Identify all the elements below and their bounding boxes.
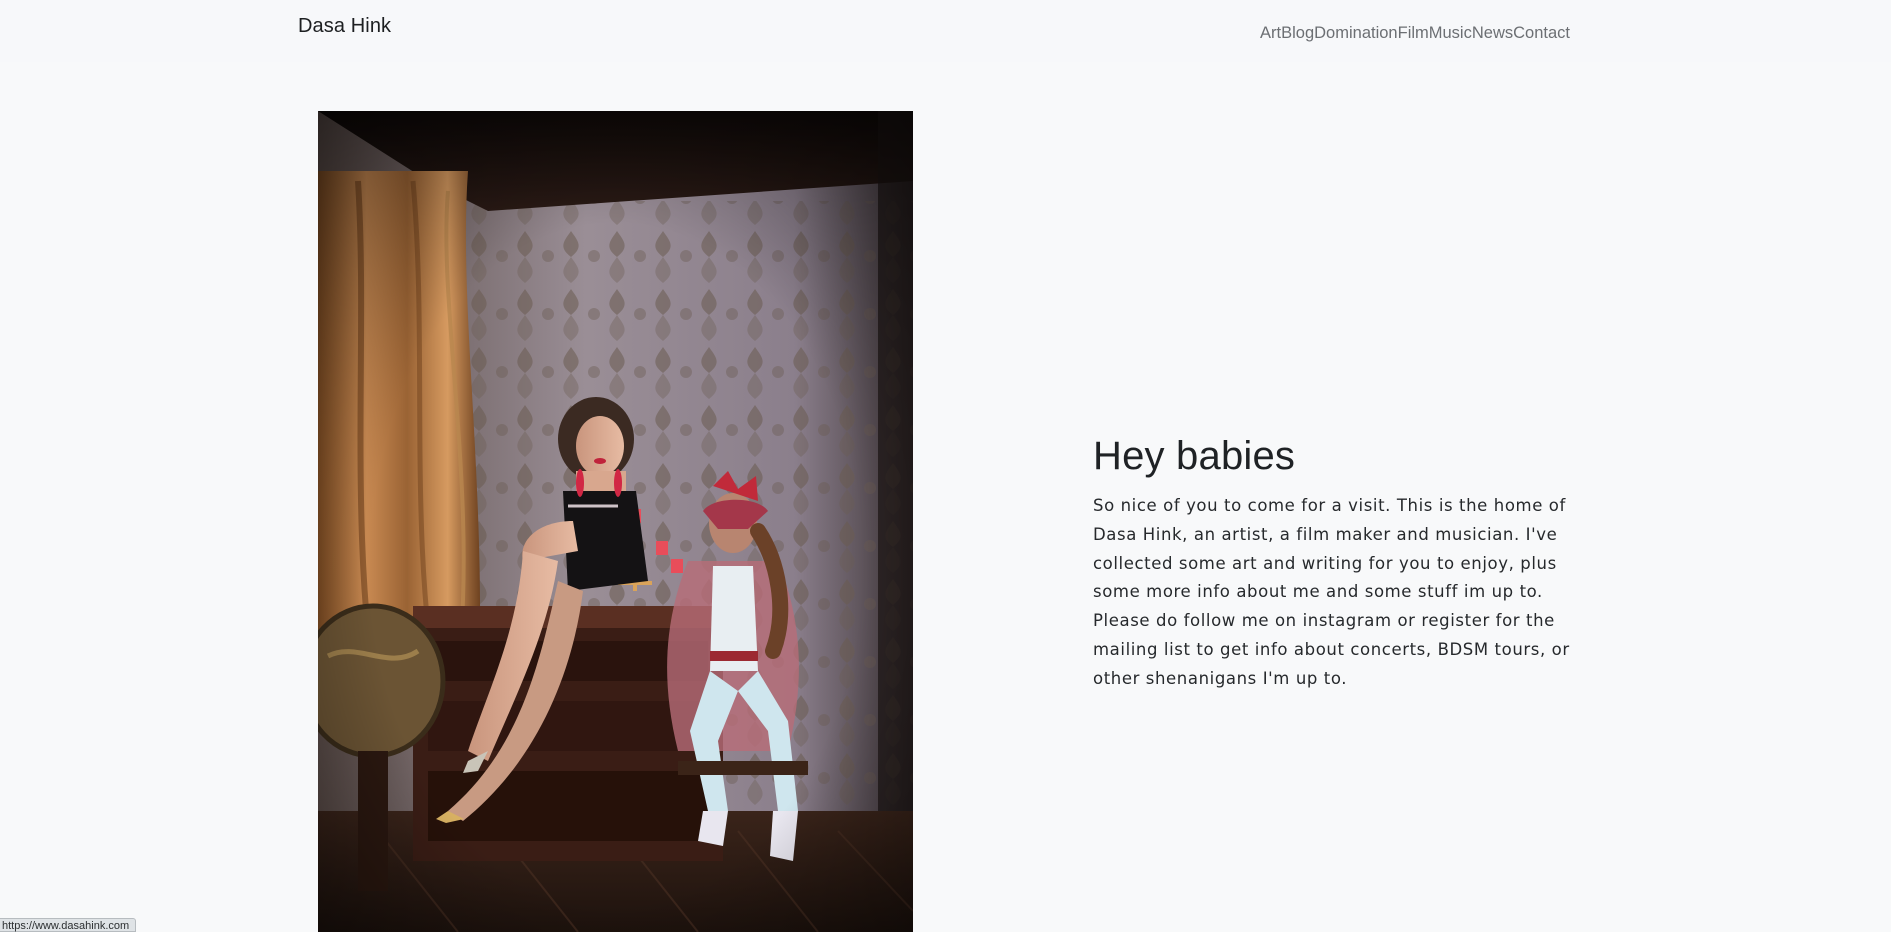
nav-item-contact[interactable]: Contact — [1513, 24, 1570, 42]
brand-link[interactable]: Dasa Hink — [298, 15, 391, 38]
nav-item-music[interactable]: Music — [1429, 24, 1472, 42]
hero-photo — [318, 111, 913, 932]
nav-item-news[interactable]: News — [1472, 24, 1513, 42]
nav-item-domination[interactable]: Domination — [1314, 24, 1397, 42]
navbar: Dasa Hink Art Blog Domination Film Music… — [0, 0, 1891, 62]
nav-item-blog[interactable]: Blog — [1281, 24, 1314, 42]
page: Dasa Hink Art Blog Domination Film Music… — [0, 0, 1891, 932]
nav-menu: Art Blog Domination Film Music News Cont… — [1260, 24, 1570, 43]
nav-item-film[interactable]: Film — [1398, 24, 1429, 42]
nav-item-art[interactable]: Art — [1260, 24, 1281, 42]
intro-body: So nice of you to come for a visit. This… — [1093, 496, 1570, 688]
photo-two-women-in-victorian-room-icon — [318, 111, 913, 932]
intro-title: Hey babies — [1093, 434, 1296, 478]
intro-section: Hey babies So nice of you to come for a … — [1093, 432, 1593, 694]
status-bar-url: https://www.dasahink.com — [0, 918, 137, 932]
